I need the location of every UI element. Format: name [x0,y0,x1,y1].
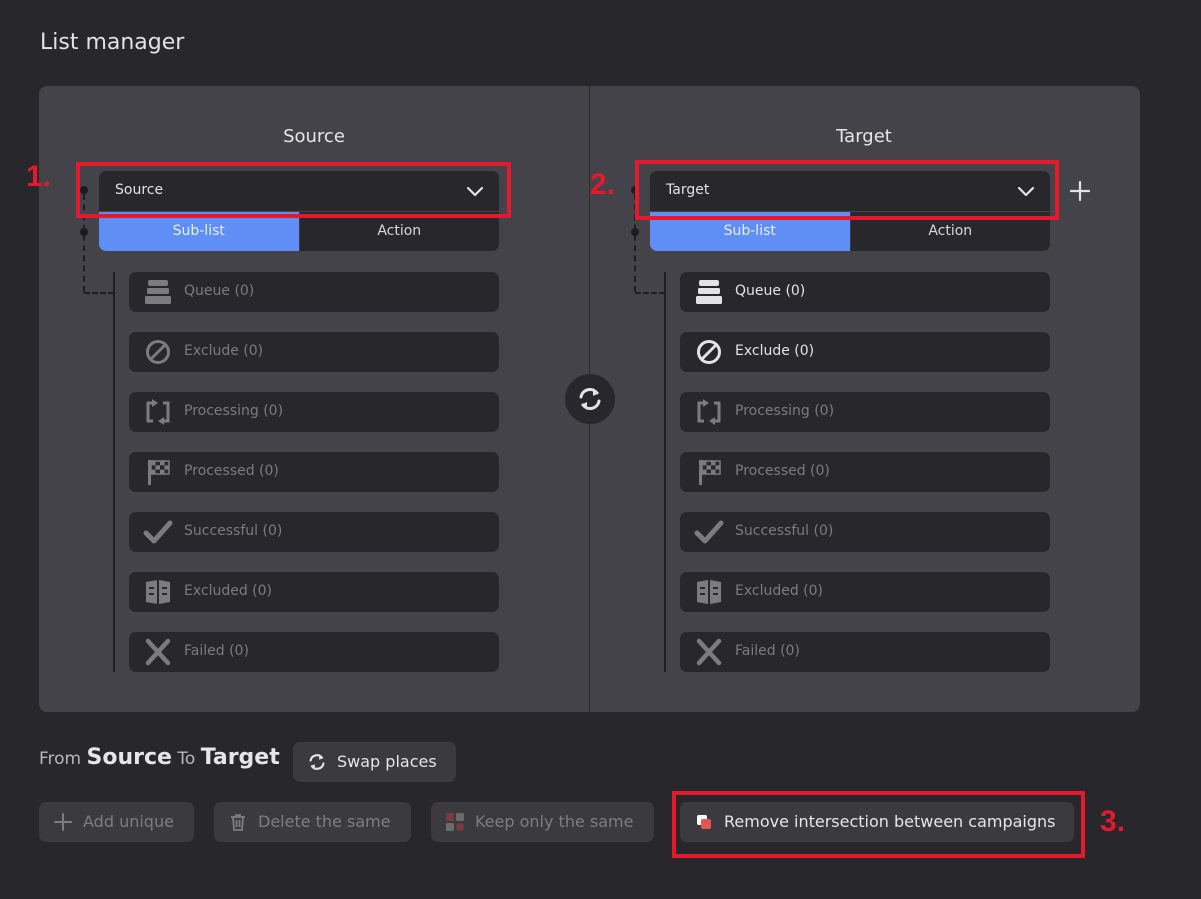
list-item-label: Excluded (0) [735,583,824,599]
list-item-label: Successful (0) [184,523,283,539]
page-title: List manager [40,30,185,55]
list-item-label: Processed (0) [184,463,279,479]
list-item-label: Exclude (0) [184,343,264,359]
tree-line [664,272,666,672]
list-item[interactable]: Successful (0) [129,512,499,552]
swap-places-label: Swap places [337,752,437,771]
delete-the-same-button[interactable]: Delete the same [214,802,411,842]
swap-icon [579,388,601,410]
tree-line [113,272,115,672]
queue-icon [696,280,722,304]
add-unique-button[interactable]: Add unique [39,802,194,842]
tree-connector [635,292,665,294]
list-item-label: Failed (0) [184,643,249,659]
list-item-label: Processed (0) [735,463,830,479]
from-to-summary: From Source To Target [39,745,280,770]
target-heading: Target [836,126,892,147]
list-item[interactable]: Exclude (0) [129,332,499,372]
list-item-label: Failed (0) [735,643,800,659]
list-item[interactable]: Processing (0) [680,392,1050,432]
from-word: From [39,749,82,769]
source-heading: Source [283,126,345,147]
excluded-icon [697,580,721,604]
list-item[interactable]: Processed (0) [680,452,1050,492]
exclude-icon [697,340,721,364]
list-item-label: Processing (0) [184,403,284,419]
checkmark-icon [694,520,724,544]
shapes-icon [446,813,464,831]
delete-the-same-label: Delete the same [258,812,391,831]
tree-connector [84,292,114,294]
list-item-label: Exclude (0) [735,343,815,359]
list-item[interactable]: Failed (0) [129,632,499,672]
keep-only-the-same-button[interactable]: Keep only the same [431,802,654,842]
list-item[interactable]: Successful (0) [680,512,1050,552]
summary-target-name: Target [200,745,280,770]
annotation-label-1: 1. [26,160,52,193]
add-target-plus-icon[interactable] [1068,179,1092,203]
summary-source-name: Source [86,745,172,770]
list-item[interactable]: Queue (0) [129,272,499,312]
checkered-flag-icon [699,460,721,485]
list-item[interactable]: Exclude (0) [680,332,1050,372]
list-item[interactable]: Queue (0) [680,272,1050,312]
list-item-label: Excluded (0) [184,583,273,599]
x-icon [145,638,171,666]
checkmark-icon [143,520,173,544]
list-item[interactable]: Excluded (0) [680,572,1050,612]
x-icon [696,638,722,666]
plus-icon [54,813,72,831]
swap-icon [309,754,325,770]
list-item[interactable]: Excluded (0) [129,572,499,612]
annotation-box-2 [635,160,1059,220]
keep-only-the-same-label: Keep only the same [475,812,634,831]
swap-circle-button[interactable] [565,374,615,424]
list-item[interactable]: Failed (0) [680,632,1050,672]
annotation-box-1 [76,162,511,218]
list-item[interactable]: Processing (0) [129,392,499,432]
excluded-icon [146,580,170,604]
trash-icon [231,814,245,831]
list-item-label: Queue (0) [735,283,806,299]
list-item[interactable]: Processed (0) [129,452,499,492]
to-word: To [177,749,196,769]
annotation-label-2: 2. [590,168,616,201]
list-item-label: Queue (0) [184,283,255,299]
checkered-flag-icon [148,460,170,485]
add-unique-label: Add unique [83,812,174,831]
processing-icon [146,399,170,425]
swap-places-button[interactable]: Swap places [293,742,456,782]
list-item-label: Processing (0) [735,403,835,419]
exclude-icon [146,340,170,364]
processing-icon [697,399,721,425]
list-item-label: Successful (0) [735,523,834,539]
queue-icon [145,280,171,304]
annotation-box-3 [672,791,1085,858]
annotation-label-3: 3. [1100,805,1126,838]
